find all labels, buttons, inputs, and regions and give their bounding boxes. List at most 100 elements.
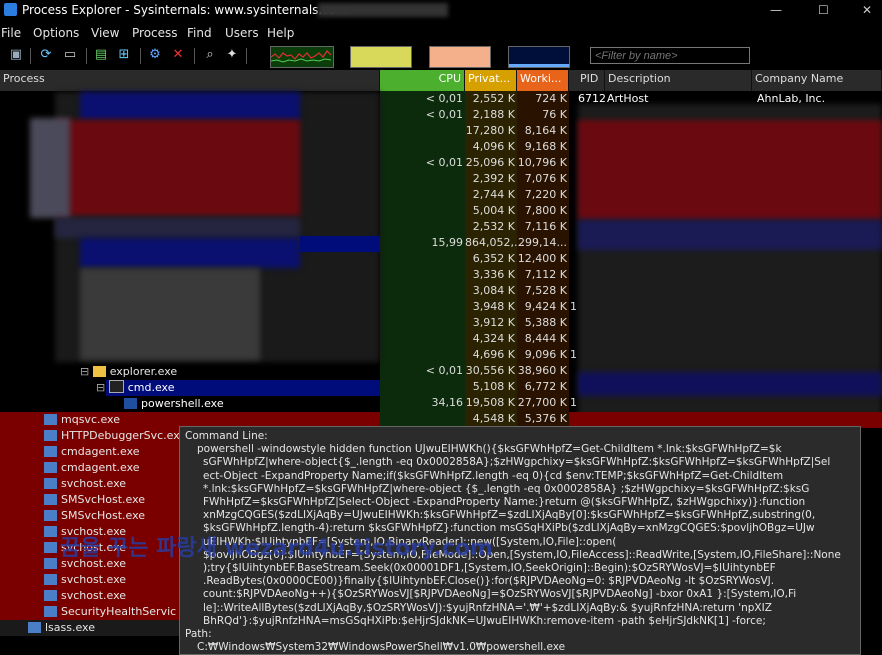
cpu-value: < 0,01: [425, 92, 463, 105]
find-icon[interactable]: ⌕: [202, 47, 218, 63]
tree-icon[interactable]: ⊞: [116, 47, 132, 63]
service-icon: [44, 414, 57, 425]
cpu-value: [380, 411, 463, 427]
command-line-segment: BhRQd'}:$yujRnfzHNA=msGSqHXiPb:$eHjrSJdk…: [203, 614, 766, 627]
menu-find[interactable]: Find: [187, 26, 212, 40]
network-graph[interactable]: [508, 46, 570, 68]
working-set-value: 7,528 K: [524, 284, 567, 297]
menu-options[interactable]: Options: [33, 26, 79, 40]
private-bytes-value: 2,552 K: [472, 92, 515, 105]
command-line-segment: powershell -windowstyle hidden function …: [197, 443, 782, 456]
private-bytes-value: 3,912 K: [472, 316, 515, 329]
cpu-value: [380, 267, 463, 283]
tree-row-powershell[interactable]: powershell.exe: [124, 396, 224, 412]
pid-value: [570, 235, 580, 251]
command-line-segment: *.lnk:$ksGFWhHpfZ=$ksGFWhHpfZ|where-obje…: [203, 482, 810, 495]
minimize-button[interactable]: —: [770, 3, 782, 17]
menu-help[interactable]: Help: [267, 26, 294, 40]
tooltip-path-label: Path:: [185, 628, 212, 641]
system-info-icon[interactable]: ▤: [93, 47, 109, 63]
working-set-value: 724 K: [535, 92, 567, 105]
watermark: 꿈을 꾸는 파랑새 wezard4u.tistory.com: [60, 536, 493, 561]
working-set-value: 5,388 K: [524, 316, 567, 329]
header-process[interactable]: Process: [0, 70, 380, 91]
private-bytes-value: 4,096 K: [472, 140, 515, 153]
working-set-value: 9,424 K: [524, 300, 567, 313]
working-set-value: 76 K: [542, 108, 567, 121]
toolbar-separator: [140, 48, 141, 64]
cpu-value: [380, 171, 463, 187]
redacted-block: [578, 220, 882, 250]
private-bytes-value: 2,744 K: [472, 188, 515, 201]
kill-process-icon[interactable]: ✕: [170, 47, 186, 63]
service-icon: [28, 622, 41, 633]
process-name: SecurityHealthServic: [61, 605, 177, 618]
working-set-value: 38,960 K: [517, 364, 567, 377]
console-icon: [108, 380, 124, 393]
tree-row-cmd[interactable]: ⊟ cmd.exe: [96, 380, 174, 396]
maximize-button[interactable]: ☐: [818, 3, 829, 17]
command-line-segment: count:$RJPVDAeoNg++){$OzSRYWosVJ[$RJPVDA…: [203, 588, 797, 601]
working-set-value: 299,14...: [518, 236, 567, 249]
working-set-value: 7,220 K: [524, 188, 567, 201]
process-name: svchost.exe: [61, 477, 127, 490]
redacted-block: [578, 372, 882, 396]
cpu-value: [380, 299, 463, 315]
cpu-value: [380, 283, 463, 299]
menu-bar: File Options View Process Find Users Hel…: [0, 24, 882, 42]
cpu-value: [380, 187, 463, 203]
redacted-block: [80, 238, 300, 268]
target-icon[interactable]: ✦: [224, 47, 240, 63]
process-name: SMSvcHost.exe: [61, 509, 146, 522]
cpu-value: [380, 139, 463, 155]
service-icon: [44, 590, 57, 601]
close-button[interactable]: ✕: [862, 3, 872, 17]
working-set-value: 8,164 K: [524, 124, 567, 137]
refresh-icon[interactable]: ⟳: [38, 47, 54, 63]
pid-value: [570, 283, 580, 299]
filter-by-name-input[interactable]: [590, 47, 750, 64]
properties-icon[interactable]: ⚙: [147, 47, 163, 63]
working-set-value: 7,076 K: [524, 172, 567, 185]
process-name: cmdagent.exe: [61, 445, 140, 458]
process-name: HTTPDebuggerSvc.exe: [61, 429, 187, 442]
process-explorer-app-icon: [4, 3, 17, 16]
pid-value: [570, 251, 580, 267]
private-bytes-value: 2,532 K: [472, 220, 515, 233]
pid-value: [570, 171, 580, 187]
command-line-segment: );try{$IUihtynbEF.BaseStream.Seek(0x0000…: [203, 562, 776, 575]
header-private-bytes[interactable]: Privat...: [465, 70, 517, 91]
save-icon[interactable]: ▣: [8, 47, 24, 63]
header-working-set[interactable]: Worki...: [517, 70, 569, 91]
menu-process[interactable]: Process: [132, 26, 178, 40]
tree-row-explorer[interactable]: ⊟ explorer.exe: [80, 364, 177, 380]
header-company-name[interactable]: Company Name: [752, 70, 882, 91]
network-graph-line: [509, 64, 569, 67]
working-set-value: 12,400 K: [517, 252, 567, 265]
cpu-value: < 0,01: [425, 108, 463, 121]
working-set-value: 8,444 K: [524, 332, 567, 345]
window-icon[interactable]: ▭: [62, 47, 78, 63]
pid-value: [570, 363, 580, 379]
menu-view[interactable]: View: [91, 26, 119, 40]
private-bytes-value: 3,336 K: [472, 268, 515, 281]
header-cpu[interactable]: CPU: [380, 70, 465, 91]
private-bytes-value: 6,352 K: [472, 252, 515, 265]
working-set-value: 7,116 K: [524, 220, 567, 233]
commit-graph[interactable]: [350, 46, 412, 68]
header-pid[interactable]: PID: [577, 70, 605, 91]
menu-users[interactable]: Users: [225, 26, 259, 40]
header-description[interactable]: Description: [605, 70, 752, 91]
pid-value: [570, 107, 580, 123]
private-bytes-value: 19,508 K: [465, 396, 515, 409]
tooltip-command-line-label: Command Line:: [185, 430, 268, 442]
menu-file[interactable]: File: [1, 26, 21, 40]
folder-icon: [92, 366, 106, 377]
redacted-block: [578, 120, 882, 220]
command-line-segment: ect-Object -ExpandProperty Name;if($ksGF…: [203, 469, 784, 482]
first-row-company: AhnLab, Inc.: [757, 92, 826, 105]
toolbar-separator: [30, 48, 31, 64]
cpu-graph[interactable]: [270, 46, 334, 68]
pid-value: 1: [570, 300, 577, 313]
io-graph[interactable]: [429, 46, 491, 68]
